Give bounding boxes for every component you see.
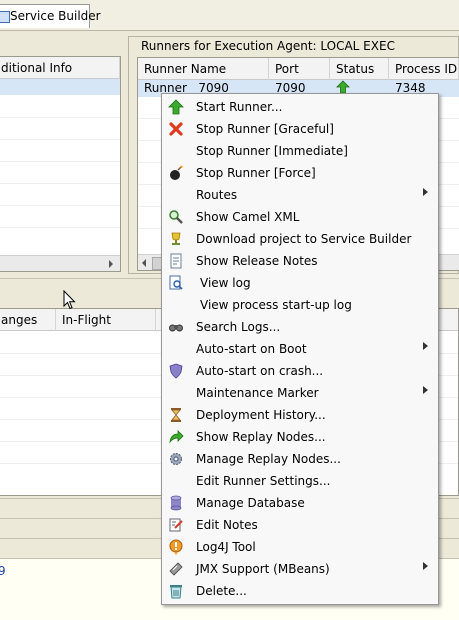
column-header-runner-name[interactable]: Runner Name: [138, 58, 269, 80]
scroll-left-arrow-icon[interactable]: [142, 259, 146, 267]
trophy-icon: [168, 231, 184, 247]
menu-item-label: Auto-start on crash...: [196, 364, 324, 378]
gear-icon: [168, 451, 184, 467]
menu-item-deployment-history[interactable]: Deployment History...: [162, 404, 438, 426]
tab-label: Service Builder: [10, 9, 101, 23]
menu-item-label: Manage Database: [196, 496, 305, 510]
menu-item-view-log[interactable]: View log: [162, 272, 438, 294]
scroll-right-arrow-icon[interactable]: [109, 260, 113, 268]
menu-item-stop-graceful[interactable]: Stop Runner [Graceful]: [162, 118, 438, 140]
menu-item-label: Delete...: [196, 584, 247, 598]
menu-item-label: Show Camel XML: [196, 210, 300, 224]
menu-item-delete[interactable]: Delete...: [162, 580, 438, 602]
runners-panel-title: Runners for Execution Agent: LOCAL EXEC: [141, 39, 395, 53]
menu-item-label: Stop Runner [Immediate]: [196, 144, 348, 158]
tab-service-builder[interactable]: Service Builder: [0, 4, 101, 28]
jmx-icon: [168, 561, 184, 577]
mouse-cursor-icon: [63, 289, 77, 313]
red-x-icon: [168, 121, 184, 137]
menu-item-label: Log4J Tool: [196, 540, 256, 554]
runners-table-header: Runner Name Port Status Process ID: [138, 58, 459, 80]
menu-item-label: Show Release Notes: [196, 254, 318, 268]
menu-item-start-runner[interactable]: Start Runner...: [162, 96, 438, 118]
output-fragment: 9: [0, 564, 6, 578]
menu-item-stop-force[interactable]: Stop Runner [Force]: [162, 162, 438, 184]
menu-item-show-release-notes[interactable]: Show Release Notes: [162, 250, 438, 272]
column-header-changes[interactable]: anges: [0, 309, 56, 331]
menu-item-edit-notes[interactable]: Edit Notes: [162, 514, 438, 536]
menu-item-label: Deployment History...: [196, 408, 326, 422]
left-horizontal-scrollbar[interactable]: [0, 255, 120, 271]
menu-item-auto-start-boot[interactable]: Auto-start on Boot: [162, 338, 438, 360]
green-up-arrow-icon: [168, 99, 184, 115]
menu-item-jmx-support[interactable]: JMX Support (MBeans): [162, 558, 438, 580]
left-selected-row[interactable]: [0, 79, 120, 95]
menu-item-auto-start-crash[interactable]: Auto-start on crash...: [162, 360, 438, 382]
left-table-header: ditional Info: [0, 57, 120, 79]
menu-item-label: Maintenance Marker: [196, 386, 319, 400]
submenu-arrow-icon: [423, 342, 428, 350]
edit-notes-icon: [168, 517, 184, 533]
menu-item-search-logs[interactable]: Search Logs...: [162, 316, 438, 338]
magnifier-icon: [168, 209, 184, 225]
log4j-icon: [168, 539, 184, 555]
shield-icon: [168, 363, 184, 379]
column-header-port[interactable]: Port: [269, 58, 330, 80]
database-icon: [168, 495, 184, 511]
menu-item-download-project[interactable]: Download project to Service Builder: [162, 228, 438, 250]
menu-item-manage-database[interactable]: Manage Database: [162, 492, 438, 514]
menu-item-label: View log: [200, 276, 251, 290]
menu-item-routes[interactable]: Routes: [162, 184, 438, 206]
service-builder-icon: [0, 11, 10, 23]
menu-item-stop-immediate[interactable]: Stop Runner [Immediate]: [162, 140, 438, 162]
menu-item-label: Start Runner...: [196, 100, 283, 114]
submenu-arrow-icon: [423, 562, 428, 570]
menu-item-label: Search Logs...: [196, 320, 281, 334]
menu-item-label: Routes: [196, 188, 238, 202]
bomb-icon: [168, 165, 184, 181]
column-header-status[interactable]: Status: [330, 58, 389, 80]
menu-item-edit-runner-settings[interactable]: Edit Runner Settings...: [162, 470, 438, 492]
menu-item-view-startup-log[interactable]: View process start-up log: [162, 294, 438, 316]
document-icon: [168, 253, 184, 269]
menu-item-label: Edit Runner Settings...: [196, 474, 331, 488]
log-viewer-icon: [168, 275, 184, 291]
submenu-arrow-icon: [423, 386, 428, 394]
left-upper-panel: ditional Info: [0, 56, 121, 272]
green-curved-arrow-icon: [168, 429, 184, 445]
menu-item-show-camel-xml[interactable]: Show Camel XML: [162, 206, 438, 228]
menu-item-label: Manage Replay Nodes...: [196, 452, 341, 466]
column-header-additional-info[interactable]: ditional Info: [0, 57, 120, 79]
hourglass-icon: [168, 407, 184, 423]
menu-item-label: Stop Runner [Force]: [196, 166, 316, 180]
menu-item-label: View process start-up log: [200, 298, 352, 312]
menu-item-manage-replay-nodes[interactable]: Manage Replay Nodes...: [162, 448, 438, 470]
menu-item-show-replay-nodes[interactable]: Show Replay Nodes...: [162, 426, 438, 448]
menu-item-log4j-tool[interactable]: Log4J Tool: [162, 536, 438, 558]
column-header-process-id[interactable]: Process ID: [389, 58, 459, 80]
recycle-bin-icon: [168, 583, 184, 599]
menu-item-label: Stop Runner [Graceful]: [196, 122, 334, 136]
context-menu: Start Runner... Stop Runner [Graceful] S…: [161, 93, 439, 605]
menu-item-maintenance-marker[interactable]: Maintenance Marker: [162, 382, 438, 404]
menu-item-label: Auto-start on Boot: [196, 342, 307, 356]
binoculars-icon: [168, 319, 184, 335]
menu-item-label: Edit Notes: [196, 518, 258, 532]
tab-strip: Service Builder: [0, 0, 459, 31]
menu-item-label: JMX Support (MBeans): [196, 562, 330, 576]
submenu-arrow-icon: [423, 188, 428, 196]
menu-item-label: Show Replay Nodes...: [196, 430, 326, 444]
menu-item-label: Download project to Service Builder: [196, 232, 412, 246]
